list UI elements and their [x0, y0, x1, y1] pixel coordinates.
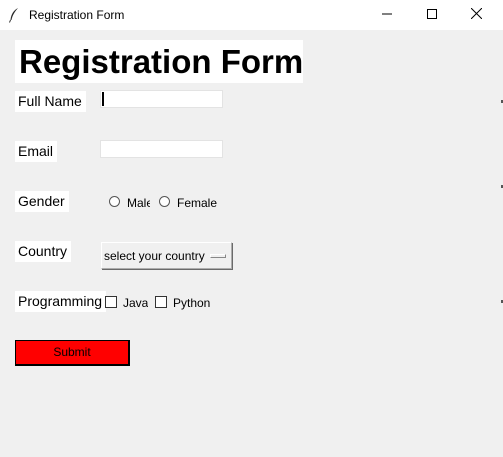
- female-radio-label: Female: [177, 196, 218, 210]
- minimize-icon: [381, 6, 392, 24]
- email-label: Email: [15, 141, 58, 162]
- title-bar[interactable]: Registration Form: [0, 0, 503, 30]
- text-cursor: [102, 92, 104, 106]
- full-name-label: Full Name: [15, 91, 86, 112]
- minimize-button[interactable]: [364, 0, 409, 30]
- country-select[interactable]: select your country: [101, 242, 232, 269]
- feather-icon: [8, 7, 20, 23]
- app-window: Registration Form Registration Form Full…: [0, 0, 503, 457]
- submit-button[interactable]: Submit: [15, 340, 130, 366]
- page-title: Registration Form: [15, 40, 303, 83]
- female-radio[interactable]: [159, 196, 170, 207]
- python-checkbox-label: Python: [173, 296, 211, 310]
- close-button[interactable]: [454, 0, 499, 30]
- maximize-button[interactable]: [409, 0, 454, 30]
- gender-label: Gender: [15, 191, 69, 212]
- close-icon: [470, 6, 483, 24]
- country-select-value: select your country: [104, 249, 205, 263]
- country-label: Country: [15, 241, 72, 262]
- male-radio-label: Male: [127, 196, 150, 210]
- window-title: Registration Form: [29, 8, 125, 22]
- programming-label: Programming: [15, 291, 107, 312]
- java-checkbox[interactable]: [105, 296, 117, 308]
- python-checkbox[interactable]: [155, 296, 167, 308]
- male-radio[interactable]: [109, 196, 120, 207]
- maximize-icon: [426, 6, 437, 24]
- option-menu-indicator-icon: [210, 254, 226, 258]
- full-name-input[interactable]: [100, 90, 223, 108]
- email-input[interactable]: [100, 140, 223, 158]
- java-checkbox-label: Java: [123, 296, 149, 310]
